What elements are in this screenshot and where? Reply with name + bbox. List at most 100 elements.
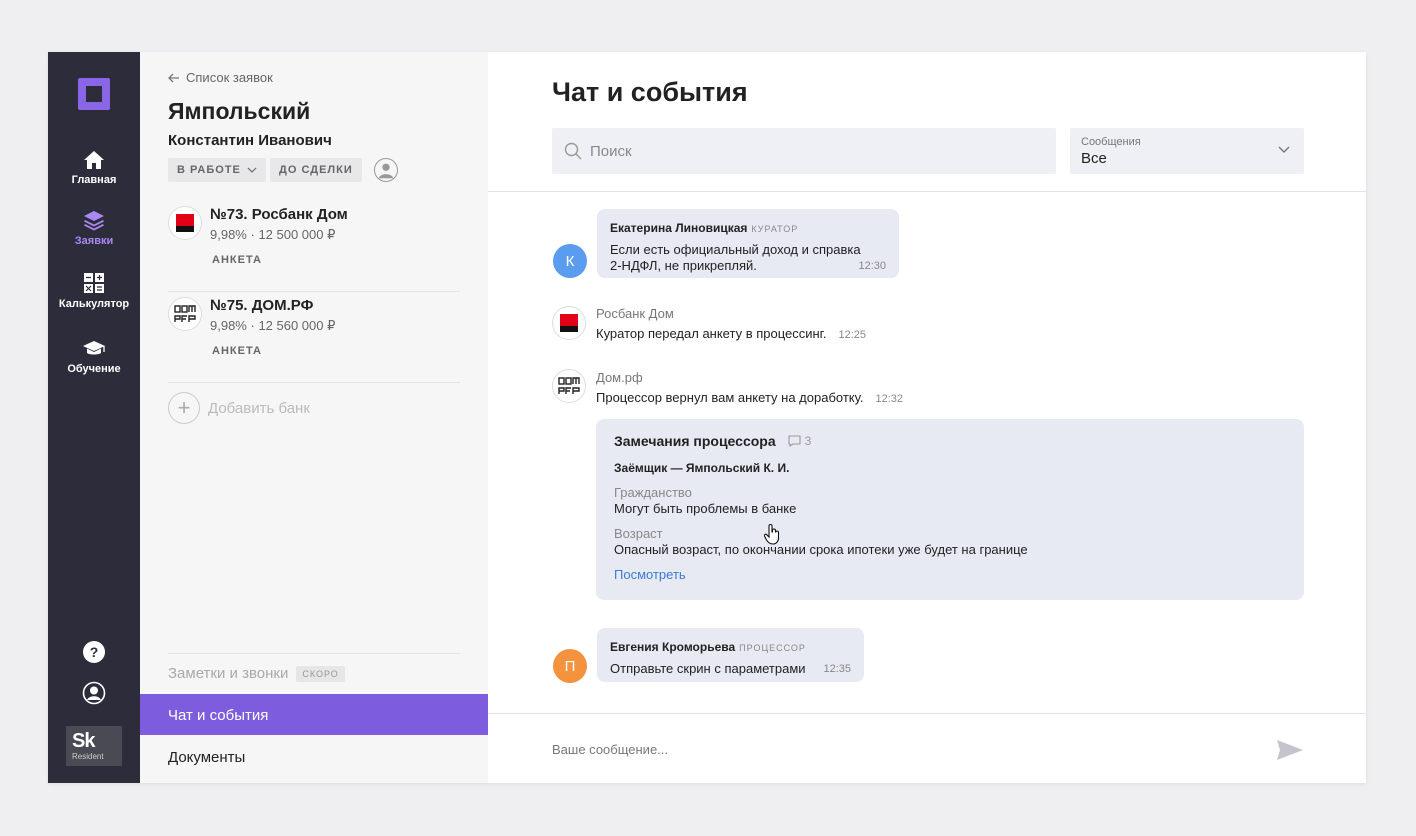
nav-item-learning[interactable]: Обучение [48, 339, 140, 375]
bank-rate: 9,98% [210, 227, 247, 242]
back-link[interactable]: Список заявок [168, 70, 273, 85]
message-text: Отправьте скрин с параметрами 12:35 [610, 661, 851, 677]
remarks-borrower: Заёмщик — Ямпольский К. И. [614, 461, 790, 475]
domrf-logo [552, 369, 586, 403]
message-filter-select[interactable]: Сообщения Все [1070, 128, 1304, 174]
layers-icon [84, 211, 104, 231]
tab-notes-calls: Заметки и звонки СКОРО [168, 665, 345, 682]
chat-message: Евгения Кроморьева ПРОЦЕССОР Отправьте ск… [597, 628, 864, 682]
message-text-line: Отправьте скрин с параметрами [610, 661, 806, 676]
remark-value: Могут быть проблемы в банке [614, 501, 797, 516]
remark-key: Возраст [614, 526, 663, 541]
message-header: Екатерина Линовицкая КУРАТОР [610, 219, 886, 237]
bank-card[interactable]: №75. ДОМ.РФ 9,98% · 12 560 000 ₽ АНКЕТА [168, 293, 460, 383]
chevron-down-icon [1278, 146, 1290, 153]
view-remarks-link[interactable]: Посмотреть [614, 567, 1286, 582]
remarks-title: Замечания процессора [614, 433, 776, 449]
search-icon [564, 142, 582, 160]
rosbank-logo [552, 306, 586, 340]
message-role: ПРОЦЕССОР [739, 643, 806, 653]
bank-meta: 9,98% · 12 560 000 ₽ [210, 318, 336, 333]
message-author: Екатерина Линовицкая [610, 221, 748, 235]
sk-logo-text: Sk [72, 730, 95, 752]
bank-status: АНКЕТА [212, 345, 262, 357]
calculator-icon [84, 273, 104, 293]
nav-item-label: Главная [71, 174, 117, 186]
home-icon [84, 151, 104, 169]
divider [168, 653, 460, 654]
remarks-count-value: 3 [804, 434, 812, 448]
client-panel: Список заявок Ямпольский Константин Иван… [140, 52, 488, 783]
sk-resident-badge: Sk Resident [66, 726, 122, 766]
profile-icon[interactable] [82, 681, 106, 705]
client-last-name: Ямпольский [168, 98, 311, 124]
bank-status: АНКЕТА [212, 254, 262, 266]
bank-name: №73. Росбанк Дом [210, 206, 348, 223]
header-divider [488, 191, 1366, 192]
message-time: 12:35 [823, 663, 851, 675]
status-dropdown[interactable]: В РАБОТЕ [168, 158, 266, 182]
arrow-left-icon [168, 73, 179, 82]
domrf-logo [168, 297, 202, 331]
bank-name: №75. ДОМ.РФ [210, 297, 314, 314]
graduation-cap-icon [83, 341, 105, 355]
event-text: Куратор передал анкету в процессинг. 12:2… [596, 326, 866, 341]
soon-badge: СКОРО [296, 665, 345, 682]
nav-item-label: Обучение [67, 363, 121, 375]
message-text: Если есть официальный доход и справка 2-… [610, 242, 886, 274]
event-text-body: Процессор вернул вам анкету на доработку… [596, 390, 864, 405]
chat-area: Чат и события Поиск Сообщения Все К Екат… [488, 52, 1366, 783]
app-logo[interactable] [78, 78, 110, 110]
status-dropdown-label: В РАБОТЕ [177, 164, 241, 176]
chevron-down-icon [247, 167, 257, 173]
bank-card[interactable]: №73. Росбанк Дом 9,98% · 12 500 000 ₽ АН… [168, 202, 460, 292]
tab-notes-label: Заметки и звонки [168, 665, 289, 682]
help-icon[interactable]: ? [82, 640, 106, 664]
comment-icon [788, 435, 801, 447]
page-title: Чат и события [552, 77, 748, 107]
remarks-header: Замечания процессора 3 [614, 433, 1286, 449]
rosbank-logo [168, 206, 202, 240]
back-link-label: Список заявок [186, 70, 273, 85]
nav-item-home[interactable]: Главная [48, 150, 140, 186]
avatar: П [553, 649, 587, 683]
bank-rate: 9,98% [210, 318, 247, 333]
nav-item-applications[interactable]: Заявки [48, 209, 140, 247]
message-time: 12:30 [858, 260, 886, 272]
message-role: КУРАТОР [751, 224, 799, 234]
message-header: Евгения Кроморьева ПРОЦЕССОР [610, 638, 851, 656]
event-time: 12:25 [838, 329, 866, 341]
nav-item-calculator[interactable]: Калькулятор [48, 272, 140, 310]
add-bank-button[interactable]: + Добавить банк [168, 392, 310, 424]
send-icon[interactable] [1276, 739, 1304, 761]
message-input[interactable]: Ваше сообщение... [552, 742, 668, 757]
remark-key: Гражданство [614, 485, 692, 500]
event-text: Процессор вернул вам анкету на доработку… [596, 390, 903, 405]
stage-tag-label: ДО СДЕЛКИ [279, 164, 353, 176]
event-text-body: Куратор передал анкету в процессинг. [596, 326, 827, 341]
tab-documents[interactable]: Документы [168, 749, 245, 766]
stage-tag[interactable]: ДО СДЕЛКИ [270, 158, 362, 182]
tab-chat-events[interactable]: Чат и события [140, 694, 488, 735]
filter-value: Все [1081, 150, 1107, 167]
remarks-count[interactable]: 3 [788, 434, 812, 448]
svg-text:?: ? [90, 644, 99, 660]
add-bank-label: Добавить банк [208, 399, 310, 417]
pointer-cursor-icon [764, 524, 780, 545]
event-source: Дом.рф [596, 370, 643, 385]
sk-sub-text: Resident [72, 752, 104, 761]
client-first-name: Константин Иванович [168, 132, 332, 149]
assign-user-icon[interactable] [374, 158, 398, 182]
plus-icon: + [168, 392, 200, 424]
message-text-line: Если есть официальный доход и справка [610, 242, 861, 257]
message-author: Евгения Кроморьева [610, 640, 736, 654]
app-window: Главная Заявки Калькулятор Обучение ? Sk… [48, 52, 1366, 783]
event-time: 12:32 [875, 393, 903, 405]
event-source: Росбанк Дом [596, 306, 674, 321]
processor-remarks-card: Замечания процессора 3 Заёмщик — Ямпольс… [596, 419, 1304, 600]
chat-message: Екатерина Линовицкая КУРАТОР Если есть оф… [597, 209, 899, 278]
message-text-line: 2-НДФЛ, не прикрепляй. [610, 258, 757, 273]
bank-amount: 12 560 000 ₽ [258, 318, 336, 333]
search-input[interactable]: Поиск [552, 128, 1056, 174]
nav-item-label: Калькулятор [58, 298, 130, 310]
